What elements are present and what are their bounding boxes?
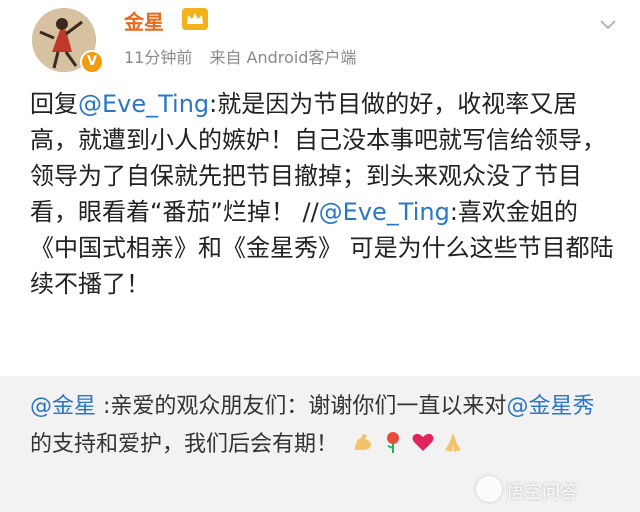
repost-text: 的支持和爱护，我们后会有期！ — [30, 432, 339, 457]
mention-link[interactable]: @金星秀 — [506, 394, 594, 419]
verified-badge: V — [80, 50, 104, 74]
repost-text: :亲爱的观众朋友们：谢谢你们一直以来对 — [96, 394, 507, 419]
mention-link[interactable]: @Eve_Ting — [78, 90, 209, 118]
post-time: 11分钟前 — [124, 48, 193, 67]
crown-icon — [182, 8, 208, 30]
post-content: 回复@Eve_Ting:就是因为节目做的好，收视率又居高，就遭到小人的嫉妒！自己… — [30, 86, 620, 302]
post-meta: 11分钟前 来自 Android客户端 — [124, 44, 368, 68]
watermark-logo-icon — [476, 476, 502, 502]
mention-link[interactable]: @金星 — [30, 394, 96, 419]
flexed-arm-icon — [351, 429, 375, 467]
reply-prefix: 回复 — [30, 90, 78, 118]
heart-icon — [411, 429, 435, 467]
watermark: 悟空问答 — [506, 482, 578, 503]
praying-hands-icon — [441, 429, 465, 467]
rose-icon — [381, 429, 405, 467]
mention-link[interactable]: @Eve_Ting — [319, 198, 450, 226]
post-source: 来自 Android客户端 — [209, 48, 357, 67]
username[interactable]: 金星 — [124, 6, 164, 35]
repost-content: @金星 :亲爱的观众朋友们：谢谢你们一直以来对@金星秀 的支持和爱护，我们后会有… — [30, 388, 600, 467]
weibo-post: V 金星 11分钟前 来自 Android客户端 回复@Eve_Ting:就是因… — [0, 0, 640, 376]
chevron-down-icon[interactable] — [598, 14, 618, 34]
